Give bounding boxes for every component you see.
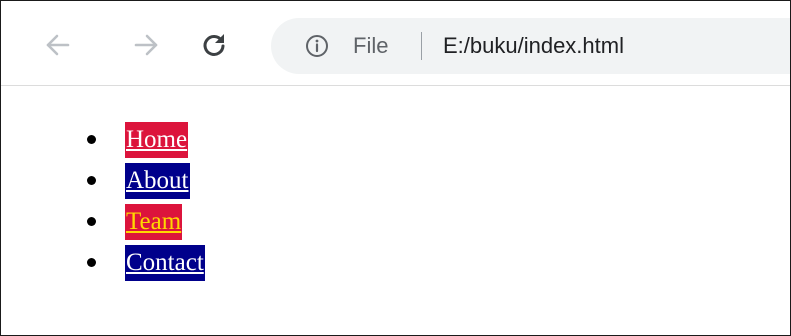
menu-link-home[interactable]: Home	[125, 121, 189, 158]
info-icon[interactable]	[305, 34, 329, 58]
reload-icon	[203, 34, 225, 56]
back-button[interactable]	[41, 28, 75, 62]
list-item: Home	[81, 119, 205, 160]
browser-window: File E:/buku/index.html Home About Team …	[0, 0, 791, 336]
url-text[interactable]: E:/buku/index.html	[443, 32, 624, 60]
forward-button[interactable]	[129, 28, 163, 62]
nav-menu: Home About Team Contact	[81, 119, 205, 283]
list-item: Contact	[81, 242, 205, 283]
origin-label: File	[353, 33, 389, 58]
menu-link-about[interactable]: About	[125, 162, 190, 199]
list-item: About	[81, 160, 205, 201]
menu-link-team[interactable]: Team	[125, 203, 183, 240]
address-bar[interactable]: File E:/buku/index.html	[271, 18, 790, 74]
bullet-icon	[87, 258, 96, 267]
arrow-right-icon	[134, 34, 158, 56]
bullet-icon	[87, 135, 96, 144]
menu-link-contact[interactable]: Contact	[125, 244, 205, 281]
bullet-icon	[87, 217, 96, 226]
browser-toolbar: File E:/buku/index.html	[1, 1, 790, 86]
page-content: Home About Team Contact	[1, 86, 790, 335]
address-divider	[421, 32, 422, 60]
reload-button[interactable]	[197, 28, 231, 62]
arrow-left-icon	[46, 34, 70, 56]
list-item: Team	[81, 201, 205, 242]
bullet-icon	[87, 176, 96, 185]
